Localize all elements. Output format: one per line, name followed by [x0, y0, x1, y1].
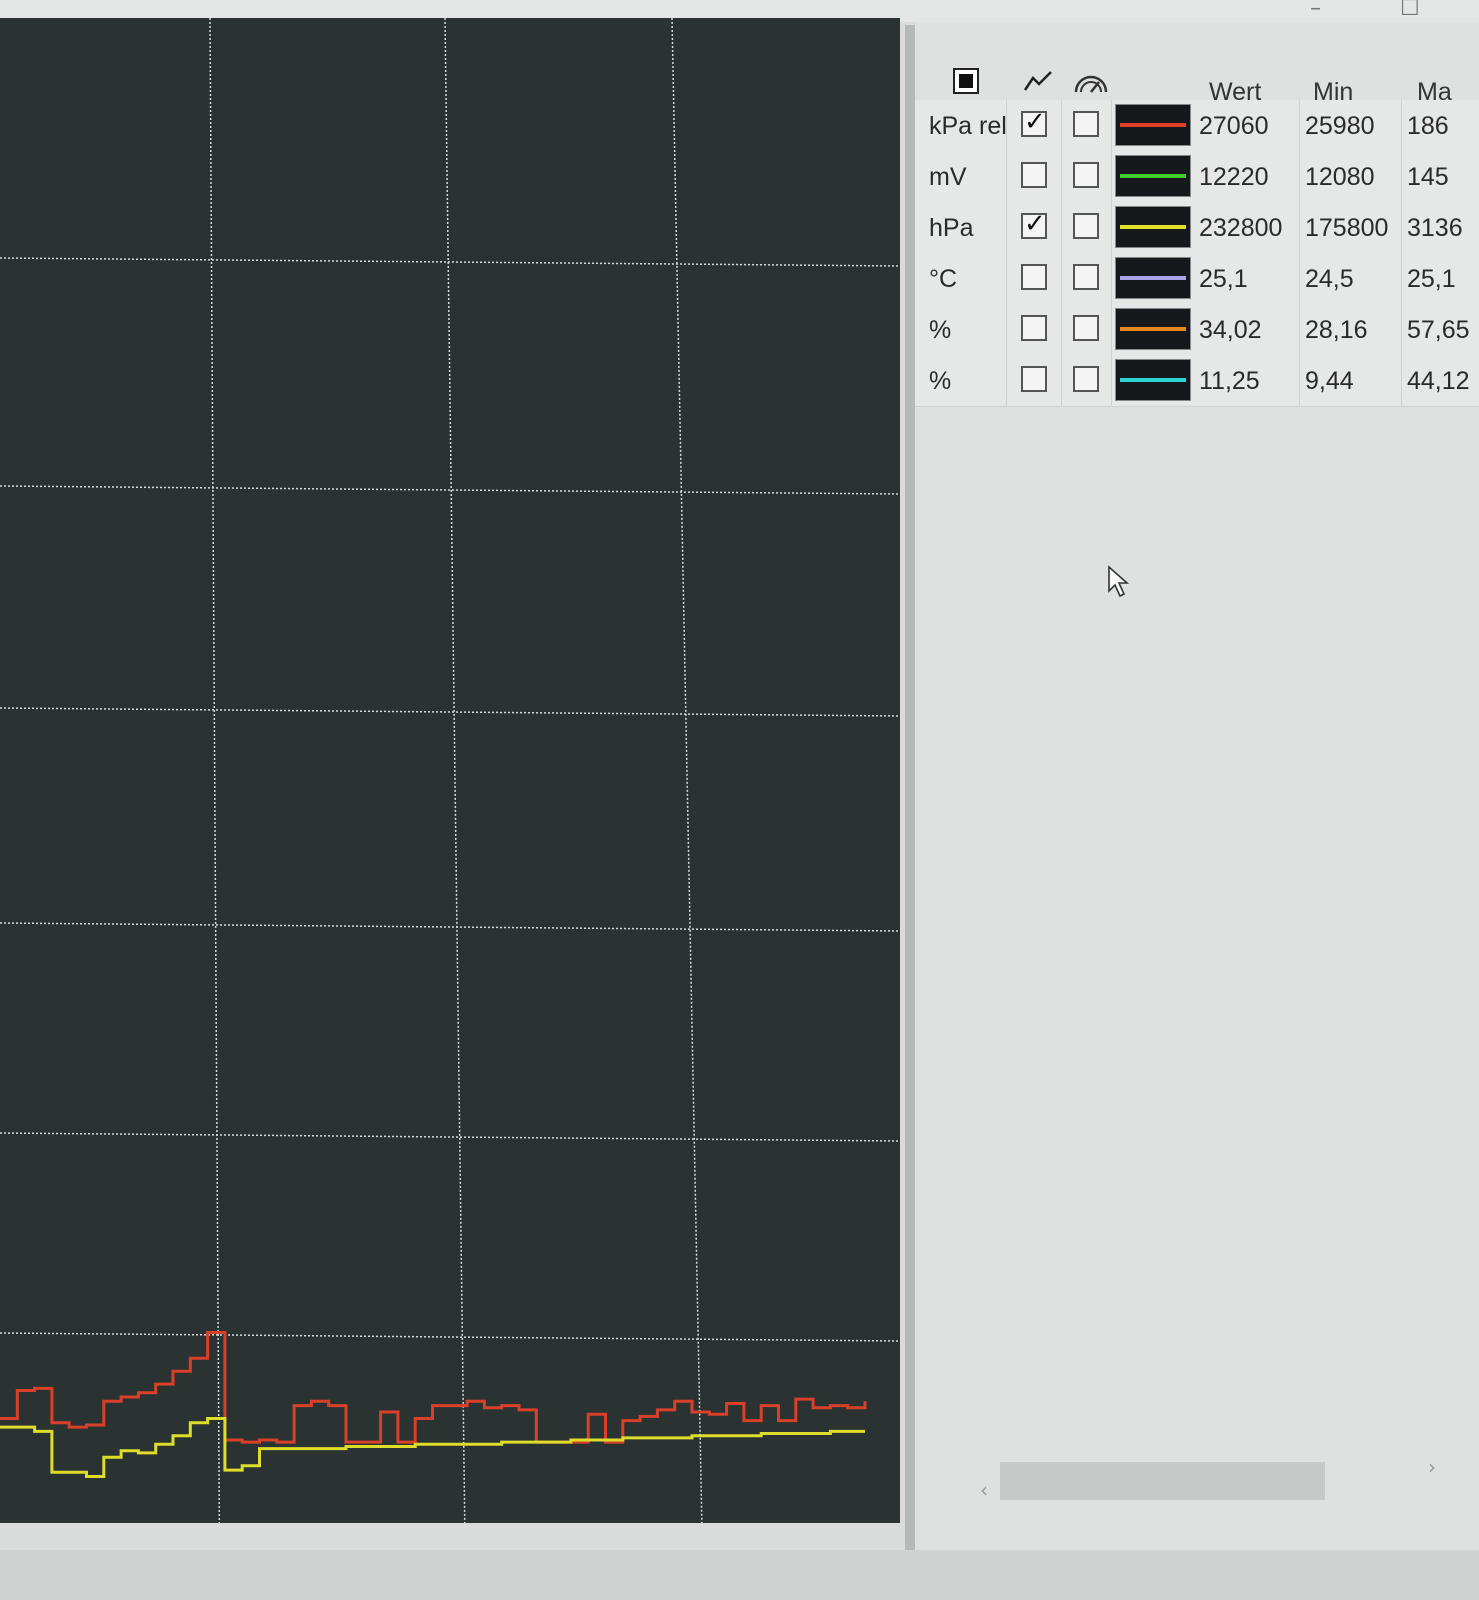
- minimize-button[interactable]: –: [1310, 0, 1321, 20]
- column-divider: [1299, 304, 1300, 355]
- unit-label: mV: [929, 163, 967, 191]
- unit-label: hPa: [929, 214, 974, 242]
- value-wert: 34,02: [1199, 316, 1262, 344]
- color-swatch[interactable]: [1115, 257, 1191, 299]
- horizontal-scrollbar-thumb[interactable]: [1000, 1462, 1325, 1500]
- column-divider: [1299, 355, 1300, 406]
- color-swatch[interactable]: [1115, 308, 1191, 350]
- chart-visibility-checkbox[interactable]: [1021, 264, 1047, 290]
- column-divider: [1111, 253, 1112, 304]
- column-divider: [1401, 304, 1402, 355]
- value-min: 24,5: [1305, 265, 1354, 293]
- plot-background: [0, 18, 900, 1523]
- column-divider: [1111, 100, 1112, 151]
- column-divider: [1401, 151, 1402, 202]
- column-divider: [1401, 355, 1402, 406]
- column-divider: [1299, 100, 1300, 151]
- column-divider: [1006, 100, 1007, 151]
- gauge-checkbox[interactable]: [1073, 315, 1099, 341]
- column-divider: [1061, 100, 1062, 151]
- column-divider: [1401, 202, 1402, 253]
- color-swatch[interactable]: [1115, 155, 1191, 197]
- table-row[interactable]: % 11,25 9,44 44,12: [915, 355, 1479, 407]
- color-swatch[interactable]: [1115, 359, 1191, 401]
- line-chart: [0, 18, 901, 1524]
- value-min: 9,44: [1305, 367, 1354, 395]
- value-wert: 12220: [1199, 163, 1269, 191]
- column-divider: [1061, 253, 1062, 304]
- column-divider: [1111, 355, 1112, 406]
- gauge-checkbox[interactable]: [1073, 264, 1099, 290]
- table-row[interactable]: °C 25,1 24,5 25,1: [915, 253, 1479, 305]
- column-divider: [1299, 202, 1300, 253]
- scroll-left-icon[interactable]: ‹: [980, 1478, 988, 1502]
- chart-visibility-checkbox[interactable]: [1021, 107, 1047, 137]
- value-max: 145: [1407, 163, 1449, 191]
- chart-visibility-checkbox[interactable]: [1021, 162, 1047, 188]
- stop-square-icon[interactable]: [953, 68, 979, 98]
- pane-splitter[interactable]: [905, 25, 915, 1565]
- column-divider: [1299, 151, 1300, 202]
- chart-visibility-checkbox[interactable]: [1021, 366, 1047, 392]
- column-divider: [1061, 202, 1062, 253]
- column-divider: [1111, 151, 1112, 202]
- color-swatch-line: [1120, 123, 1186, 127]
- gauge-checkbox[interactable]: [1073, 366, 1099, 392]
- line-chart-icon[interactable]: [1023, 70, 1053, 96]
- value-wert: 232800: [1199, 214, 1283, 242]
- value-wert: 25,1: [1199, 265, 1248, 293]
- unit-label: %: [929, 316, 952, 344]
- taskbar: [0, 1550, 1479, 1600]
- color-swatch-line: [1120, 327, 1186, 331]
- column-divider: [1401, 100, 1402, 151]
- gauge-icon[interactable]: [1073, 72, 1109, 98]
- column-divider: [1111, 202, 1112, 253]
- column-divider: [1299, 253, 1300, 304]
- mouse-cursor-icon: [1107, 565, 1131, 604]
- value-wert: 27060: [1199, 112, 1269, 140]
- value-max: 25,1: [1407, 265, 1456, 293]
- table-row[interactable]: % 34,02 28,16 57,65: [915, 304, 1479, 356]
- gauge-checkbox[interactable]: [1073, 162, 1099, 188]
- value-min: 12080: [1305, 163, 1375, 191]
- gauge-checkbox[interactable]: [1073, 111, 1099, 137]
- column-divider: [1401, 253, 1402, 304]
- table-row[interactable]: mV 12220 12080 145: [915, 151, 1479, 203]
- scroll-right-icon[interactable]: ›: [1428, 1455, 1436, 1479]
- column-divider: [1006, 202, 1007, 253]
- gauge-checkbox[interactable]: [1073, 213, 1099, 239]
- value-max: 57,65: [1407, 316, 1470, 344]
- table-row[interactable]: hPa 232800 175800 3136: [915, 202, 1479, 254]
- channel-panel: Wert Min Ma kPa rel2706025980186mV122201…: [915, 22, 1479, 1600]
- column-divider: [1006, 253, 1007, 304]
- unit-label: °C: [929, 265, 958, 293]
- column-divider: [1111, 304, 1112, 355]
- chart-visibility-checkbox[interactable]: [1021, 209, 1047, 239]
- value-min: 28,16: [1305, 316, 1368, 344]
- color-swatch[interactable]: [1115, 104, 1191, 146]
- color-swatch-line: [1120, 378, 1186, 382]
- maximize-button[interactable]: ☐: [1400, 0, 1420, 20]
- table-row[interactable]: kPa rel 27060 25980 186: [915, 100, 1479, 152]
- column-divider: [1061, 355, 1062, 406]
- color-swatch-line: [1120, 276, 1186, 280]
- value-min: 25980: [1305, 112, 1375, 140]
- plot-area[interactable]: [0, 18, 915, 1563]
- column-divider: [1006, 304, 1007, 355]
- value-max: 3136: [1407, 214, 1463, 242]
- color-swatch-line: [1120, 225, 1186, 229]
- column-divider: [1006, 355, 1007, 406]
- value-max: 44,12: [1407, 367, 1470, 395]
- unit-label: kPa rel: [929, 112, 1007, 140]
- chart-visibility-checkbox[interactable]: [1021, 315, 1047, 341]
- value-max: 186: [1407, 112, 1449, 140]
- color-swatch-line: [1120, 174, 1186, 178]
- value-wert: 11,25: [1199, 367, 1260, 395]
- unit-label: %: [929, 367, 952, 395]
- color-swatch[interactable]: [1115, 206, 1191, 248]
- value-min: 175800: [1305, 214, 1389, 242]
- column-divider: [1061, 304, 1062, 355]
- column-divider: [1006, 151, 1007, 202]
- column-divider: [1061, 151, 1062, 202]
